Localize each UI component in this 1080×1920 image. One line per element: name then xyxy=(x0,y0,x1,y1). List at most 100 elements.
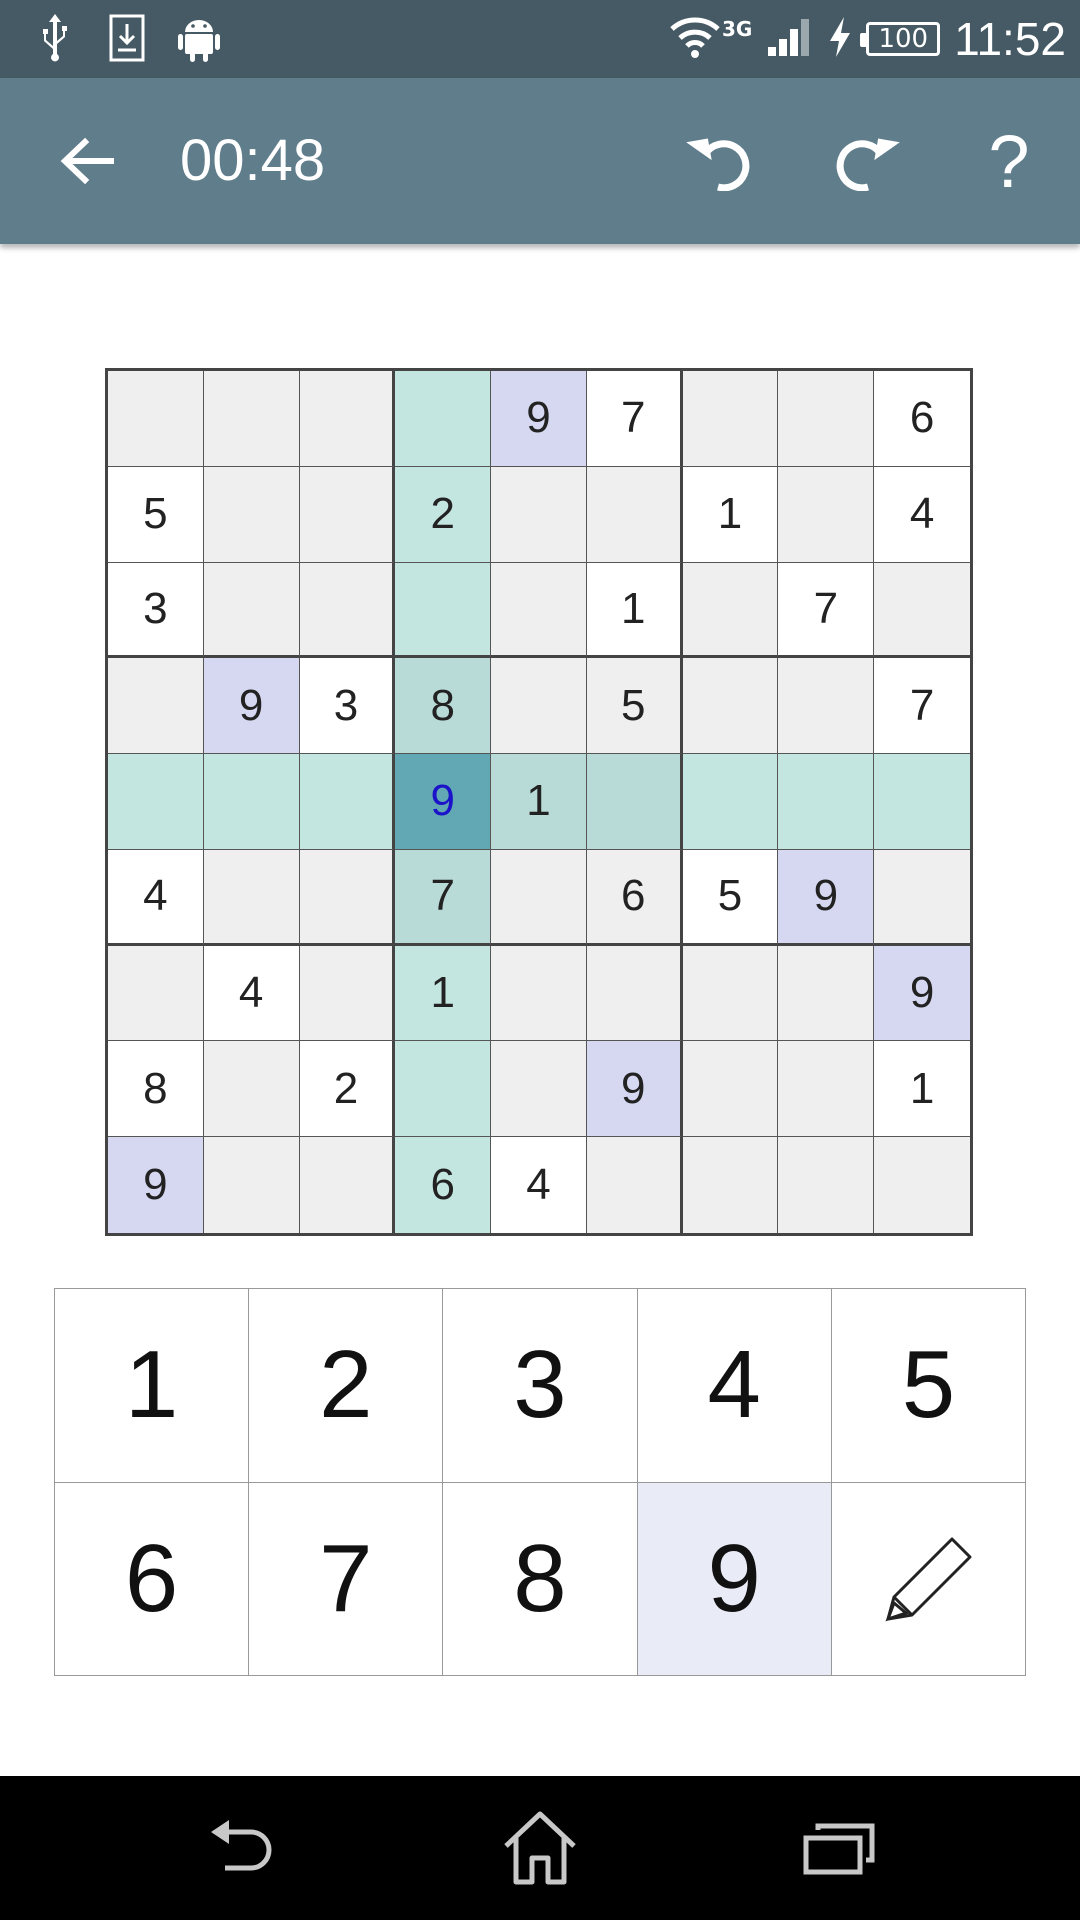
sudoku-cell[interactable] xyxy=(778,754,875,850)
sudoku-cell[interactable] xyxy=(491,1041,587,1138)
sudoku-cell[interactable]: 9 xyxy=(778,849,875,946)
sudoku-cell[interactable] xyxy=(108,945,204,1042)
sudoku-cell[interactable] xyxy=(778,371,875,467)
help-button[interactable]: ? xyxy=(964,116,1054,206)
sudoku-cell[interactable] xyxy=(778,658,875,755)
key-4[interactable]: 4 xyxy=(637,1289,832,1483)
sudoku-cell[interactable]: 1 xyxy=(874,1041,970,1138)
sudoku-cell[interactable]: 7 xyxy=(395,849,492,946)
sudoku-cell[interactable]: 4 xyxy=(108,849,204,946)
sudoku-cell[interactable] xyxy=(778,466,875,563)
key-7[interactable]: 7 xyxy=(249,1482,444,1676)
sudoku-cell[interactable]: 3 xyxy=(299,658,396,755)
sudoku-cell[interactable] xyxy=(203,371,300,467)
sudoku-cell[interactable] xyxy=(395,562,492,659)
sudoku-cell[interactable]: 6 xyxy=(874,371,970,467)
back-button[interactable] xyxy=(42,116,132,206)
sudoku-cell[interactable] xyxy=(491,466,587,563)
sudoku-cell[interactable] xyxy=(395,371,492,467)
sudoku-cell[interactable]: 9 xyxy=(874,945,970,1042)
sudoku-cell[interactable]: 8 xyxy=(395,658,492,755)
sudoku-cell[interactable]: 2 xyxy=(299,1041,396,1138)
key-5[interactable]: 5 xyxy=(831,1289,1026,1483)
sudoku-cell[interactable]: 7 xyxy=(778,562,875,659)
sudoku-cell[interactable] xyxy=(299,754,396,850)
sudoku-cell[interactable]: 9 xyxy=(491,371,587,467)
sudoku-cell[interactable] xyxy=(108,371,204,467)
sudoku-cell[interactable]: 5 xyxy=(682,849,779,946)
sudoku-cell[interactable]: 5 xyxy=(586,658,683,755)
key-1[interactable]: 1 xyxy=(55,1289,250,1483)
sudoku-cell[interactable]: 9 xyxy=(586,1041,683,1138)
sudoku-cell[interactable]: 7 xyxy=(586,371,683,467)
sudoku-cell[interactable] xyxy=(874,849,970,946)
sudoku-cell[interactable] xyxy=(491,562,587,659)
undo-button[interactable] xyxy=(676,116,766,206)
sudoku-cell[interactable] xyxy=(491,945,587,1042)
sudoku-cell[interactable]: 5 xyxy=(108,466,204,563)
sudoku-cell[interactable] xyxy=(203,754,300,850)
nav-back-button[interactable] xyxy=(186,1806,296,1890)
sudoku-cell[interactable] xyxy=(682,371,779,467)
sudoku-cell[interactable] xyxy=(203,849,300,946)
sudoku-cell[interactable] xyxy=(299,1137,396,1233)
sudoku-cell[interactable] xyxy=(682,658,779,755)
sudoku-cell[interactable] xyxy=(682,562,779,659)
sudoku-cell[interactable]: 1 xyxy=(586,562,683,659)
sudoku-cell[interactable] xyxy=(203,466,300,563)
sudoku-cell[interactable]: 4 xyxy=(874,466,970,563)
sudoku-cell[interactable]: 4 xyxy=(203,945,300,1042)
sudoku-cell[interactable] xyxy=(682,1137,779,1233)
sudoku-cell[interactable]: 9 xyxy=(203,658,300,755)
sudoku-cell[interactable] xyxy=(778,1041,875,1138)
sudoku-cell[interactable] xyxy=(874,562,970,659)
sudoku-cell[interactable] xyxy=(682,754,779,850)
sudoku-cell[interactable] xyxy=(203,1137,300,1233)
sudoku-cell[interactable] xyxy=(778,945,875,1042)
sudoku-cell[interactable] xyxy=(299,849,396,946)
sudoku-cell[interactable] xyxy=(299,562,396,659)
key-9[interactable]: 9 xyxy=(637,1482,832,1676)
sudoku-cell[interactable] xyxy=(491,849,587,946)
sudoku-cell[interactable] xyxy=(874,754,970,850)
key-8[interactable]: 8 xyxy=(443,1482,638,1676)
nav-home-button[interactable] xyxy=(485,1806,595,1890)
sudoku-cell[interactable]: 4 xyxy=(491,1137,587,1233)
sudoku-cell[interactable]: 1 xyxy=(395,945,492,1042)
sudoku-cell[interactable]: 2 xyxy=(395,466,492,563)
sudoku-cell[interactable] xyxy=(874,1137,970,1233)
sudoku-cell[interactable] xyxy=(299,371,396,467)
sudoku-cell[interactable] xyxy=(586,754,683,850)
sudoku-cell[interactable] xyxy=(203,1041,300,1138)
sudoku-cell[interactable]: 1 xyxy=(491,754,587,850)
key-6[interactable]: 6 xyxy=(55,1482,250,1676)
sudoku-cell[interactable] xyxy=(108,658,204,755)
key-label: 8 xyxy=(513,1524,567,1632)
sudoku-cell[interactable]: 3 xyxy=(108,562,204,659)
sudoku-cell[interactable] xyxy=(203,562,300,659)
sudoku-cell[interactable] xyxy=(586,1137,683,1233)
sudoku-cell[interactable]: 6 xyxy=(586,849,683,946)
pencil-button[interactable] xyxy=(831,1482,1026,1676)
redo-button[interactable] xyxy=(820,116,910,206)
key-3[interactable]: 3 xyxy=(443,1289,638,1483)
sudoku-cell[interactable]: 9 xyxy=(395,754,492,850)
sudoku-cell[interactable] xyxy=(682,945,779,1042)
sudoku-cell[interactable] xyxy=(491,658,587,755)
sudoku-cell[interactable] xyxy=(682,1041,779,1138)
sudoku-cell[interactable] xyxy=(395,1041,492,1138)
help-icon: ? xyxy=(988,119,1030,203)
sudoku-cell[interactable]: 6 xyxy=(395,1137,492,1233)
sudoku-cell[interactable]: 9 xyxy=(108,1137,204,1233)
sudoku-cell[interactable] xyxy=(586,466,683,563)
sudoku-cell[interactable] xyxy=(299,945,396,1042)
sudoku-cell[interactable] xyxy=(299,466,396,563)
key-2[interactable]: 2 xyxy=(249,1289,444,1483)
sudoku-cell[interactable]: 7 xyxy=(874,658,970,755)
sudoku-cell[interactable]: 1 xyxy=(682,466,779,563)
sudoku-cell[interactable] xyxy=(108,754,204,850)
sudoku-cell[interactable]: 8 xyxy=(108,1041,204,1138)
sudoku-cell[interactable] xyxy=(586,945,683,1042)
sudoku-cell[interactable] xyxy=(778,1137,875,1233)
nav-recents-button[interactable] xyxy=(785,1806,895,1890)
